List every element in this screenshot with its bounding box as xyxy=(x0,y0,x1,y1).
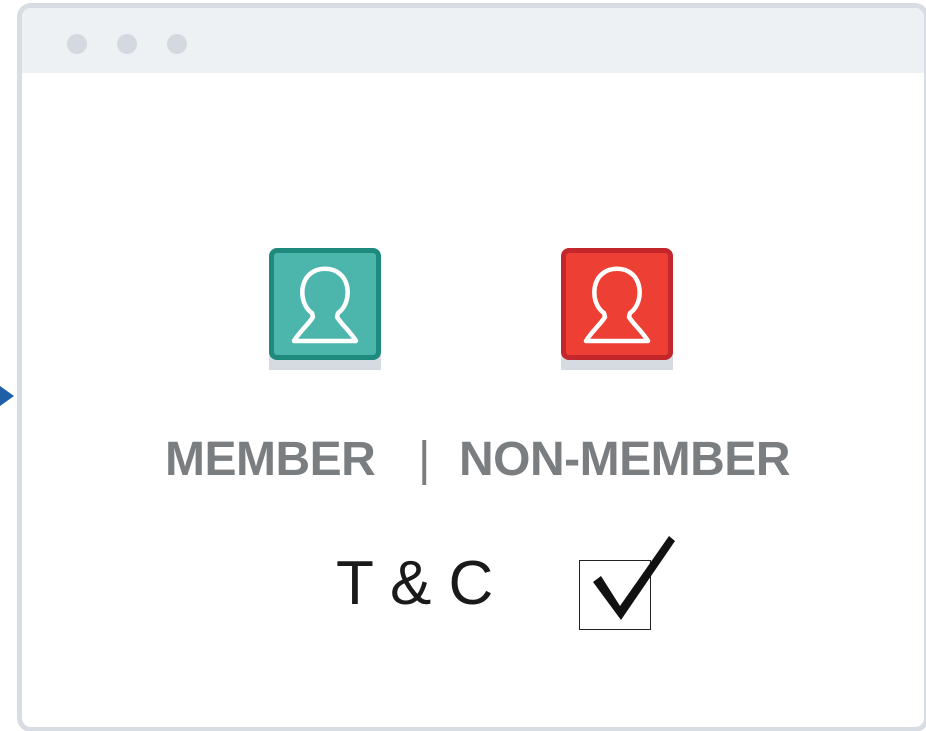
non-member-label[interactable]: NON-MEMBER xyxy=(459,432,790,488)
window-titlebar xyxy=(22,8,924,73)
member-tile[interactable] xyxy=(269,248,381,360)
role-labels: MEMBER | NON-MEMBER xyxy=(0,432,926,492)
non-member-user-icon xyxy=(583,266,651,344)
role-separator: | xyxy=(418,433,430,486)
member-user-icon xyxy=(291,266,359,344)
window-dot-1[interactable] xyxy=(67,34,87,54)
non-member-tile[interactable] xyxy=(561,248,673,360)
non-member-option[interactable] xyxy=(561,248,673,370)
stage: MEMBER | NON-MEMBER T & C xyxy=(0,0,926,731)
terms-checkbox[interactable] xyxy=(579,560,651,630)
member-label[interactable]: MEMBER xyxy=(165,432,376,488)
member-option[interactable] xyxy=(269,248,381,370)
arrow-right-icon xyxy=(0,386,14,406)
window-dot-3[interactable] xyxy=(167,34,187,54)
window-dot-2[interactable] xyxy=(117,34,137,54)
browser-window xyxy=(17,3,926,731)
terms-label: T & C xyxy=(336,549,494,618)
